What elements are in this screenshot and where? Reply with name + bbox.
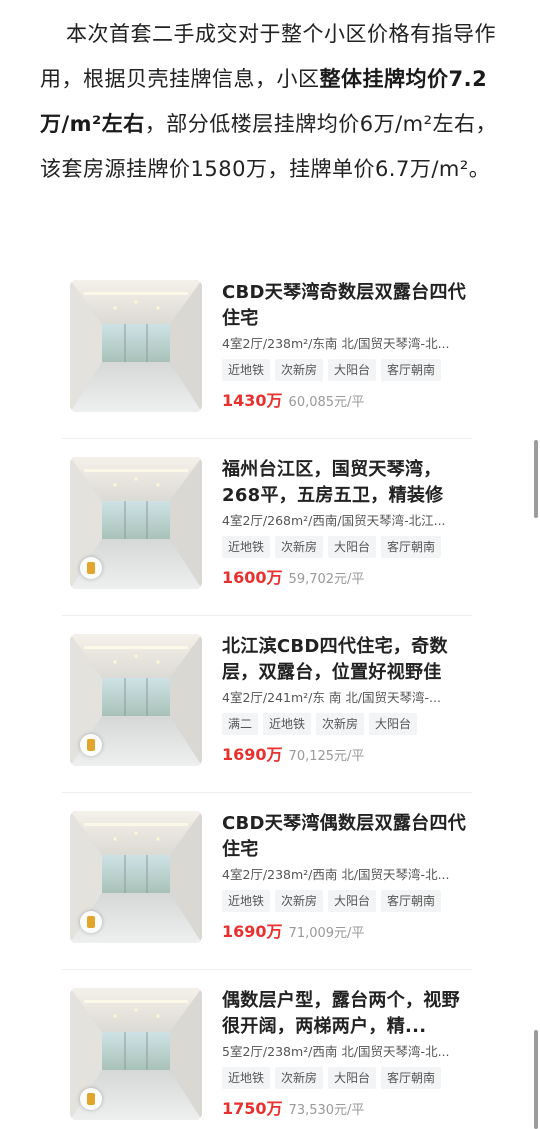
listing-tag: 客厅朝南 [381,536,442,558]
listing-card[interactable]: CBD天琴湾偶数层双露台四代住宅 4室2厅/238m²/西南 北/国贸天琴湾-北… [62,793,472,970]
listing-tag: 近地铁 [222,536,271,558]
listing-unit-price: 73,530元/平 [288,1103,365,1118]
listing-tag: 次新房 [316,713,365,735]
listing-photo [70,280,202,412]
listing-tags: 近地铁 次新房 大阳台 客厅朝南 [222,536,472,558]
listing-info: CBD天琴湾偶数层双露台四代住宅 4室2厅/238m²/西南 北/国贸天琴湾-北… [222,811,472,943]
listing-meta: 4室2厅/238m²/西南 北/国贸天琴湾-北... [222,867,450,882]
listing-unit-price: 70,125元/平 [288,749,365,764]
listing-tag: 近地铁 [263,713,312,735]
listing-price: 1600万 [222,568,283,587]
room-photo-illustration [70,280,202,412]
listing-card[interactable]: 福州台江区，国贸天琴湾，268平，五房五卫，精装修 4室2厅/268m²/西南/… [62,439,472,616]
listing-info: 北江滨CBD四代住宅，奇数层，双露台，位置好视野佳 4室2厅/241m²/东 南… [222,634,472,766]
listing-price: 1690万 [222,745,283,764]
listing-unit-price: 71,009元/平 [288,926,365,941]
listing-photo [70,988,202,1120]
listing-tag: 大阳台 [328,359,377,381]
listing-tags: 满二 近地铁 次新房 大阳台 [222,713,472,735]
intro-paragraph: 本次首套二手成交对于整个小区价格有指导作用，根据贝壳挂牌信息，小区整体挂牌均价7… [40,12,506,192]
listing-title: 偶数层户型，露台两个，视野很开阔，两梯两户，精... [222,990,460,1037]
listing-tags: 近地铁 次新房 大阳台 客厅朝南 [222,359,472,381]
listing-tag: 客厅朝南 [381,1067,442,1089]
vr-badge-icon [80,1088,102,1110]
listing-price-row: 1750万 73,530元/平 [222,1098,472,1120]
listing-meta: 4室2厅/238m²/东南 北/国贸天琴湾-北... [222,336,450,351]
listing-tags: 近地铁 次新房 大阳台 客厅朝南 [222,890,472,912]
vr-badge-icon [80,557,102,579]
listing-meta: 5室2厅/238m²/西南 北/国贸天琴湾-北... [222,1044,450,1059]
listing-card[interactable]: 北江滨CBD四代住宅，奇数层，双露台，位置好视野佳 4室2厅/241m²/东 南… [62,616,472,793]
vr-badge-icon [80,734,102,756]
listing-tag: 近地铁 [222,1067,271,1089]
listing-info: 福州台江区，国贸天琴湾，268平，五房五卫，精装修 4室2厅/268m²/西南/… [222,457,472,589]
listing-card[interactable]: 偶数层户型，露台两个，视野很开阔，两梯两户，精... 5室2厅/238m²/西南… [62,970,472,1129]
listing-tag: 大阳台 [369,713,418,735]
listing-tag: 客厅朝南 [381,890,442,912]
listing-tag: 次新房 [275,359,324,381]
listing-price: 1430万 [222,391,283,410]
listing-title: CBD天琴湾奇数层双露台四代住宅 [222,282,467,329]
listing-price-row: 1430万 60,085元/平 [222,390,472,412]
listing-tag: 次新房 [275,536,324,558]
listing-unit-price: 60,085元/平 [288,395,365,410]
listing-title: 北江滨CBD四代住宅，奇数层，双露台，位置好视野佳 [222,636,448,683]
listing-info: CBD天琴湾奇数层双露台四代住宅 4室2厅/238m²/东南 北/国贸天琴湾-北… [222,280,472,412]
listing-tag: 大阳台 [328,536,377,558]
listing-title: 福州台江区，国贸天琴湾，268平，五房五卫，精装修 [222,459,444,506]
scrollbar-thumb[interactable] [534,440,538,518]
listing-list: CBD天琴湾奇数层双露台四代住宅 4室2厅/238m²/东南 北/国贸天琴湾-北… [62,262,472,1129]
scrollbar-thumb-lower[interactable] [534,1030,538,1129]
listing-photo [70,457,202,589]
article-page: 本次首套二手成交对于整个小区价格有指导作用，根据贝壳挂牌信息，小区整体挂牌均价7… [0,0,540,1129]
listing-price: 1690万 [222,922,283,941]
listing-title: CBD天琴湾偶数层双露台四代住宅 [222,813,467,860]
listing-tag: 次新房 [275,1067,324,1089]
listing-tag: 大阳台 [328,1067,377,1089]
listing-tag: 近地铁 [222,890,271,912]
listing-tags: 近地铁 次新房 大阳台 客厅朝南 [222,1067,472,1089]
listing-photo [70,811,202,943]
listing-meta: 4室2厅/241m²/东 南 北/国贸天琴湾-... [222,690,441,705]
listing-unit-price: 59,702元/平 [288,572,365,587]
listing-tag: 客厅朝南 [381,359,442,381]
listing-price-row: 1600万 59,702元/平 [222,567,472,589]
listing-tag: 近地铁 [222,359,271,381]
vr-badge-icon [80,911,102,933]
listing-price: 1750万 [222,1099,283,1118]
listing-card[interactable]: CBD天琴湾奇数层双露台四代住宅 4室2厅/238m²/东南 北/国贸天琴湾-北… [62,262,472,439]
listing-tag: 大阳台 [328,890,377,912]
listing-info: 偶数层户型，露台两个，视野很开阔，两梯两户，精... 5室2厅/238m²/西南… [222,988,472,1120]
listing-tag: 次新房 [275,890,324,912]
listing-price-row: 1690万 70,125元/平 [222,744,472,766]
listing-photo [70,634,202,766]
listing-meta: 4室2厅/268m²/西南/国贸天琴湾-北江... [222,513,446,528]
listing-tag: 满二 [222,713,259,735]
listing-price-row: 1690万 71,009元/平 [222,921,472,943]
